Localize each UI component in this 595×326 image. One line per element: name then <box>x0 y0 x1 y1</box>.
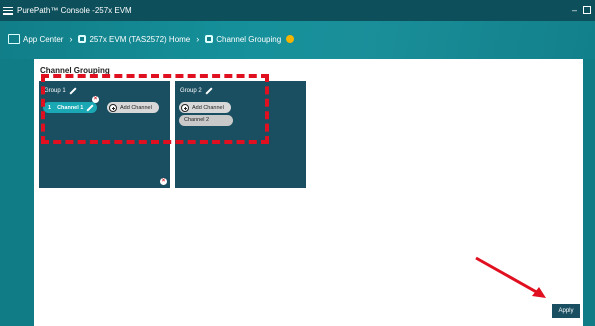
add-channel-button[interactable]: Add Channel <box>107 102 159 113</box>
group-name-label: Group 2 <box>180 87 202 94</box>
breadcrumb-separator: › <box>69 34 73 44</box>
pencil-icon[interactable] <box>69 87 76 94</box>
arrow-head <box>532 287 546 298</box>
arrow-annotation <box>475 256 546 298</box>
group-name-label: Group 1 <box>44 87 66 94</box>
channel-label: Channel 1 <box>57 104 84 111</box>
chip-icon <box>205 35 214 43</box>
breadcrumb-evm-home[interactable]: 257x EVM (TAS2572) Home <box>89 35 190 44</box>
close-icon[interactable]: × <box>92 96 99 103</box>
breadcrumb-separator: › <box>196 34 200 44</box>
panel-title: Channel Grouping <box>40 66 110 75</box>
maximize-icon[interactable] <box>583 6 591 14</box>
breadcrumb-channel-grouping[interactable]: Channel Grouping <box>216 35 281 44</box>
window-controls: – <box>572 5 591 15</box>
close-icon[interactable]: × <box>160 178 167 185</box>
apply-button[interactable]: Apply <box>552 304 580 318</box>
channel-pill[interactable]: 1 Channel 1 <box>43 102 98 113</box>
add-channel-label: Add Channel <box>120 104 152 111</box>
minimize-icon[interactable]: – <box>572 5 577 15</box>
arrow-line <box>475 256 541 296</box>
title-bar: PurePath™ Console -257x EVM – <box>0 0 595 21</box>
plus-icon <box>181 103 189 112</box>
channel-pill[interactable]: Channel 2 <box>179 115 233 126</box>
plus-icon <box>109 103 117 112</box>
navigation-bar: App Center › 257x EVM (TAS2572) Home › C… <box>0 21 595 59</box>
menu-icon[interactable] <box>3 6 13 16</box>
add-channel-button[interactable]: Add Channel <box>179 102 231 113</box>
group-card-2: Group 2 Add Channel Channel 2 <box>175 81 306 188</box>
window-title: PurePath™ Console -257x EVM <box>17 6 132 15</box>
channel-number: 1 <box>48 104 52 111</box>
breadcrumb: App Center › 257x EVM (TAS2572) Home › C… <box>8 34 295 44</box>
group-card-1: Group 1 1 Channel 1 × Add Channel × <box>39 81 170 188</box>
breadcrumb-app-center[interactable]: App Center <box>23 35 63 44</box>
group-name: Group 2 <box>180 87 212 94</box>
group-name: Group 1 <box>44 87 76 94</box>
chip-icon <box>78 35 87 43</box>
pencil-icon[interactable] <box>86 104 93 111</box>
add-channel-label: Add Channel <box>192 104 224 111</box>
status-dot-icon <box>286 35 295 43</box>
app-center-icon <box>8 34 20 44</box>
pencil-icon[interactable] <box>205 87 212 94</box>
